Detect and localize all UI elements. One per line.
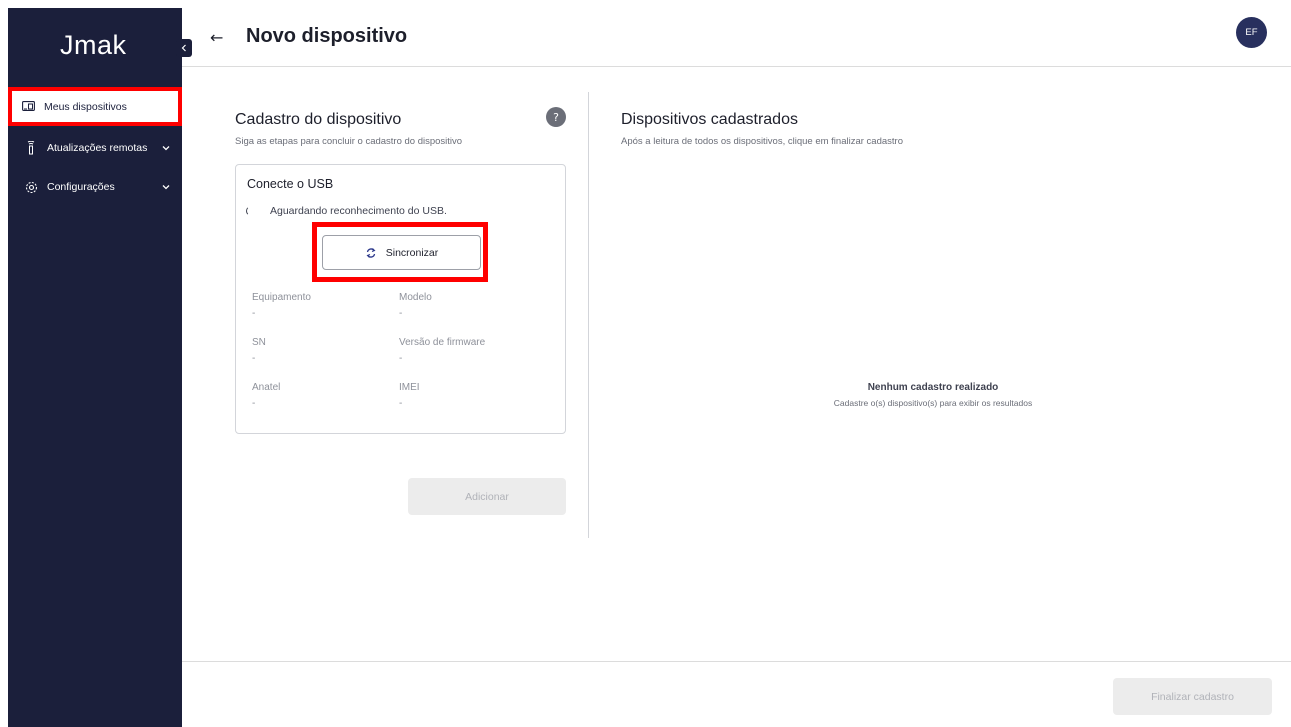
field-value: -: [399, 308, 403, 319]
footer-divider: [182, 661, 1291, 662]
sidebar-item-label: Atualizações remotas: [47, 142, 148, 154]
field-label: SN: [252, 337, 266, 348]
register-title: Cadastro do dispositivo: [235, 111, 402, 128]
field-equipamento: Equipamento -: [252, 292, 311, 319]
field-label: Versão de firmware: [399, 337, 486, 348]
chevron-down-icon: [162, 146, 170, 151]
register-subtitle: Siga as etapas para concluir o cadastro …: [235, 136, 463, 147]
sync-button-label: Sincronizar: [385, 246, 439, 259]
empty-state-subtitle: Cadastre o(s) dispositivo(s) para exibir…: [833, 398, 1033, 408]
app-logo: Jmak: [60, 30, 127, 60]
sidebar-item-atualizacoes-remotas[interactable]: Atualizações remotas: [8, 130, 182, 166]
field-label: Equipamento: [252, 292, 311, 303]
arrow-left-icon[interactable]: ←: [210, 28, 223, 47]
finish-registration-button[interactable]: Finalizar cadastro: [1113, 678, 1272, 715]
field-value: -: [252, 308, 256, 319]
sidebar-item-meus-dispositivos[interactable]: Meus dispositivos: [8, 87, 182, 126]
help-icon[interactable]: ?: [546, 107, 566, 127]
usb-card: Conecte o USB Aguardando reconhecimento …: [235, 164, 566, 434]
field-value: -: [252, 398, 256, 409]
field-value: -: [252, 353, 256, 364]
sidebar-item-label: Configurações: [47, 181, 115, 193]
chevron-down-icon: [162, 185, 170, 190]
sync-icon: [366, 247, 376, 258]
registered-title: Dispositivos cadastrados: [621, 111, 798, 128]
usb-status: Aguardando reconhecimento do USB.: [246, 205, 447, 217]
avatar[interactable]: EF: [1236, 17, 1267, 48]
sync-button[interactable]: Sincronizar: [322, 235, 481, 270]
empty-state-title: Nenhum cadastro realizado: [867, 382, 999, 393]
field-modelo: Modelo -: [399, 292, 432, 319]
field-value: -: [399, 398, 403, 409]
sidebar-item-label: Meus dispositivos: [44, 100, 127, 113]
add-button[interactable]: Adicionar: [408, 478, 566, 515]
sidebar-item-configuracoes[interactable]: Configurações: [8, 169, 182, 205]
field-imei: IMEI -: [399, 382, 420, 409]
field-sn: SN -: [252, 337, 266, 364]
devices-icon: [21, 100, 35, 114]
page-title: Novo dispositivo: [246, 25, 408, 47]
registered-subtitle: Após a leitura de todos os dispositivos,…: [621, 136, 903, 147]
field-value: -: [399, 353, 403, 364]
card-title: Conecte o USB: [247, 177, 334, 191]
field-versao-firmware: Versão de firmware -: [399, 337, 485, 364]
page-header: ← Novo dispositivo EF: [182, 8, 1291, 67]
panel-divider: [588, 92, 589, 538]
spinner-icon: [246, 206, 256, 216]
field-label: IMEI: [399, 382, 420, 393]
field-anatel: Anatel -: [252, 382, 280, 409]
field-label: Anatel: [252, 382, 281, 393]
antenna-icon: [24, 141, 38, 155]
usb-status-text: Aguardando reconhecimento do USB.: [270, 205, 447, 217]
gear-icon: [24, 180, 38, 194]
field-label: Modelo: [399, 292, 432, 303]
